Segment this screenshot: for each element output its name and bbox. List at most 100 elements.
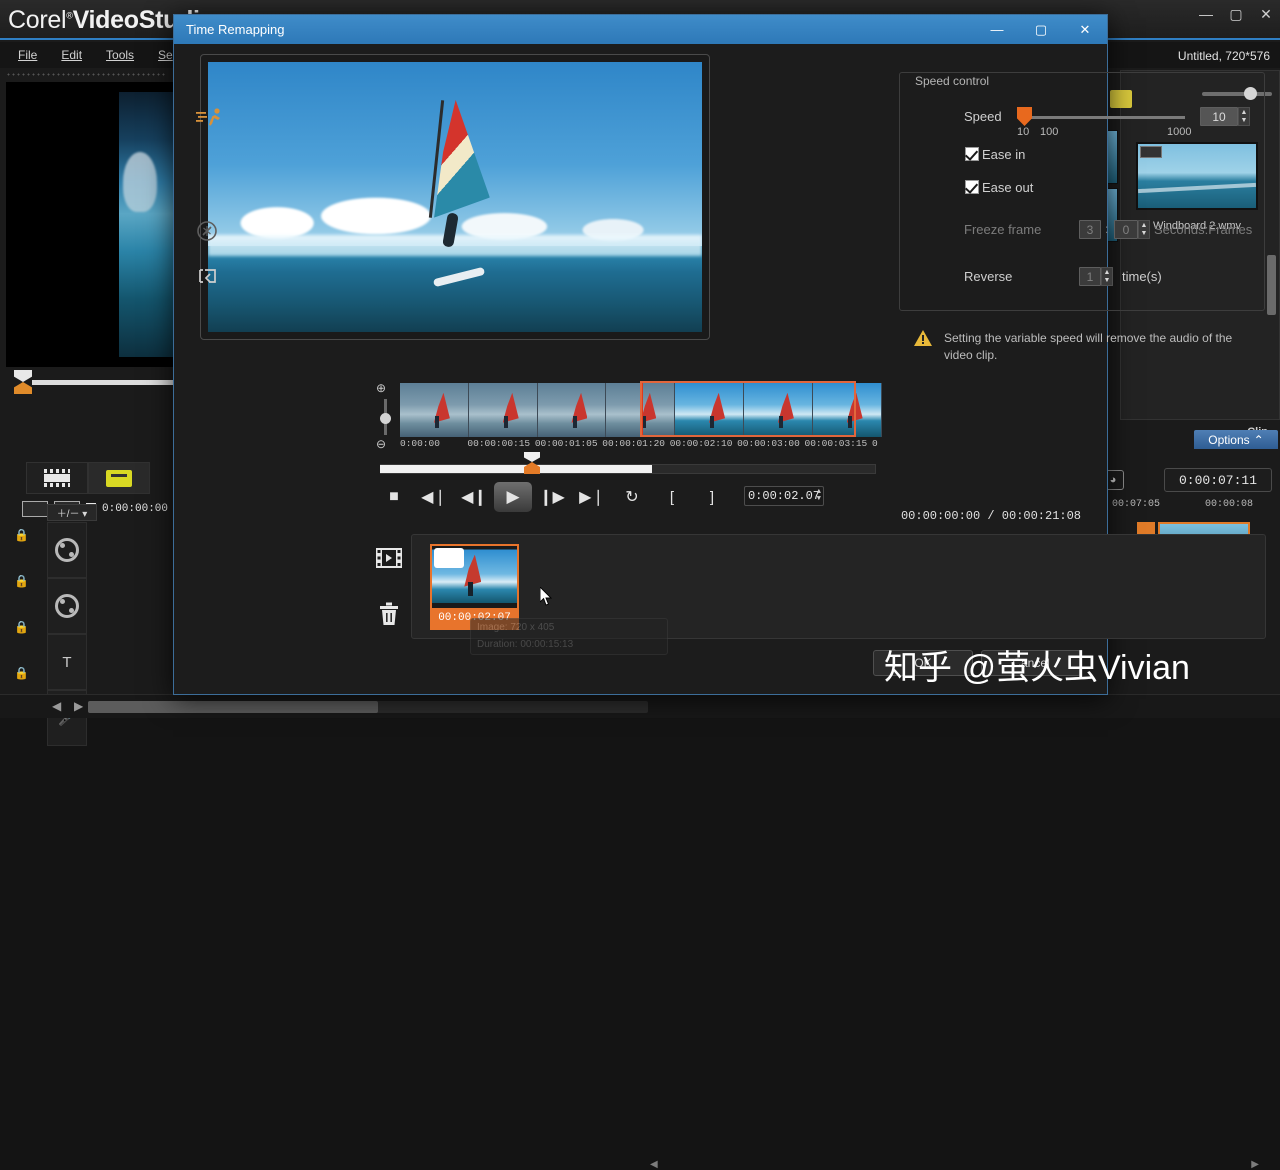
filmstrip-thumb[interactable] — [675, 383, 744, 437]
zoom-slider-knob[interactable] — [380, 413, 391, 424]
lock-icon-overlay[interactable]: 🔒 — [14, 574, 36, 594]
dialog-minimize-icon[interactable]: — — [975, 15, 1019, 44]
tab-storyboard-view[interactable] — [88, 462, 150, 494]
freeze-separator: : — [1105, 222, 1109, 236]
freeze-frame-label: Freeze frame — [964, 222, 1042, 237]
filmstrip-zoom-controls: ⊕ ⊖ — [374, 381, 396, 451]
minimize-icon[interactable]: — — [1198, 6, 1214, 22]
filmstrip-thumb[interactable] — [468, 383, 538, 437]
reverse-value-field[interactable]: 1 — [1079, 267, 1101, 286]
dialog-titlebar: Time Remapping — ▢ ✕ — [174, 15, 1107, 44]
library-scrollbar[interactable] — [1267, 255, 1276, 315]
timeline-zoom-fit-icon[interactable] — [22, 501, 48, 517]
step-forward-button[interactable]: ❙▶ — [532, 482, 572, 512]
scrubber-handle[interactable] — [14, 370, 32, 394]
speed-tick-max: 1000 — [1167, 126, 1192, 138]
filmstrip-thumb[interactable] — [400, 383, 469, 437]
ease-out-label: Ease out — [982, 180, 1034, 195]
step-back-button[interactable]: ◀❙ — [454, 482, 494, 512]
lock-icon-video[interactable]: 🔒 — [14, 528, 36, 548]
ease-in-checkbox[interactable] — [965, 147, 979, 161]
delete-clip-icon[interactable] — [374, 599, 404, 629]
current-timecode-value: 0:00:02.07 — [747, 489, 820, 503]
track-header-video[interactable] — [47, 522, 87, 578]
menu-file-label: File — [18, 48, 38, 62]
add-clip-icon[interactable] — [374, 543, 404, 573]
video-preview-image[interactable] — [208, 62, 702, 332]
mark-out-icon: ] — [709, 488, 715, 506]
track-manager-button[interactable]: ＋/－ ▾ — [47, 504, 97, 521]
tab-timeline-view[interactable] — [26, 462, 88, 494]
play-button[interactable]: ▶ — [494, 482, 532, 512]
menu-item-edit[interactable]: Edit — [61, 48, 82, 62]
dialog-maximize-icon[interactable]: ▢ — [1019, 15, 1063, 44]
menu-item-settings[interactable]: Se — [158, 48, 173, 62]
previous-button[interactable]: ◀❘ — [414, 482, 454, 512]
track-header-title[interactable]: T — [47, 634, 87, 690]
running-man-icon — [196, 108, 220, 126]
filmstrip-thumb[interactable] — [812, 383, 882, 437]
step-back-icon: ◀❙ — [461, 489, 487, 506]
speed-tick-mid: 100 — [1040, 126, 1059, 138]
freeze-seconds-field[interactable]: 3 — [1079, 220, 1101, 239]
panel-grip — [6, 72, 166, 78]
filmstrip-thumb[interactable] — [743, 383, 813, 437]
menu-item-tools[interactable]: Tools — [106, 48, 134, 62]
dialog-scrubber[interactable] — [380, 452, 876, 479]
dialog-scrubber-fill — [380, 465, 652, 473]
timeline-timecode: 0:00:00:00 — [102, 503, 169, 515]
scroll-left-arrow[interactable]: ◀ — [52, 699, 61, 713]
repeat-button[interactable]: ↻ — [612, 482, 652, 512]
timeline-view-tabs — [26, 462, 176, 494]
timecode-spinner[interactable]: ▲ ▼ — [817, 489, 821, 503]
scroll-right-arrow[interactable]: ▶ — [74, 699, 83, 713]
filmstrip-selection-start — [640, 381, 643, 437]
repeat-icon: ↻ — [625, 489, 639, 506]
lock-icon-voice[interactable]: 🔒 — [14, 666, 36, 686]
lock-icon-title[interactable]: 🔒 — [14, 620, 36, 640]
menu-edit-label: Edit — [61, 48, 83, 62]
dialog-title: Time Remapping — [186, 22, 285, 37]
time-remapping-dialog: Time Remapping — ▢ ✕ ⊕ ⊖ 0:00:00 00:00:0… — [173, 14, 1266, 1170]
track-header-overlay[interactable] — [47, 578, 87, 634]
next-button[interactable]: ▶❘ — [572, 482, 612, 512]
scrollbar-thumb[interactable] — [88, 701, 378, 713]
speed-slider-track[interactable] — [1023, 116, 1185, 119]
mark-out-button[interactable]: ] — [692, 482, 732, 512]
scrubber-track[interactable] — [32, 380, 182, 385]
overlay-track-icon — [55, 594, 79, 618]
reverse-spinner[interactable]: ▲ ▼ — [1101, 267, 1113, 286]
current-timecode-field[interactable]: 0:00:02.07 ▲ ▼ — [744, 486, 824, 506]
speed-label: Speed — [964, 109, 1002, 124]
freeze-spinner[interactable]: ▲ ▼ — [1138, 220, 1150, 239]
ease-out-checkbox[interactable] — [965, 180, 979, 194]
zoom-in-icon[interactable]: ⊕ — [376, 381, 386, 395]
add-clip-glyph — [376, 548, 402, 568]
preview-scrubber[interactable] — [6, 370, 182, 402]
zoom-out-icon[interactable]: ⊖ — [376, 437, 386, 451]
freeze-seconds-value: 3 — [1086, 222, 1094, 237]
stop-button[interactable]: ■ — [374, 482, 414, 512]
step-forward-icon: ❙▶ — [539, 489, 565, 506]
dialog-close-icon[interactable]: ✕ — [1063, 15, 1107, 44]
tick-label: 00:00:03:15 — [804, 438, 868, 449]
dialog-playhead[interactable] — [524, 452, 540, 474]
freeze-frames-field[interactable]: 0 — [1114, 220, 1138, 239]
menu-item-file[interactable]: File — [18, 48, 37, 62]
close-icon[interactable]: ✕ — [1258, 6, 1274, 22]
options-toggle-button[interactable]: Options ⌃ — [1194, 430, 1278, 449]
speed-value-field[interactable]: 10 — [1200, 107, 1238, 126]
warning-message: Setting the variable speed will remove t… — [914, 330, 1259, 364]
title-track-icon: T — [62, 653, 72, 671]
zoom-slider-track[interactable] — [380, 399, 391, 435]
freeze-units-label: Seconds:Frames — [1154, 222, 1253, 237]
maximize-icon[interactable]: ▢ — [1228, 6, 1244, 22]
tray-scroll-right-arrow[interactable]: ▶ — [1251, 1159, 1259, 1170]
tray-scroll-left-arrow[interactable]: ◀ — [650, 1159, 658, 1170]
timeline-horizontal-scrollbar[interactable] — [88, 701, 648, 713]
window-controls: — ▢ ✕ — [1198, 6, 1274, 22]
speed-spinner[interactable]: ▲ ▼ — [1238, 107, 1250, 126]
filmstrip-thumb[interactable] — [537, 383, 607, 437]
mark-in-button[interactable]: [ — [652, 482, 692, 512]
tick-label: 00:00:01:05 — [534, 438, 598, 449]
